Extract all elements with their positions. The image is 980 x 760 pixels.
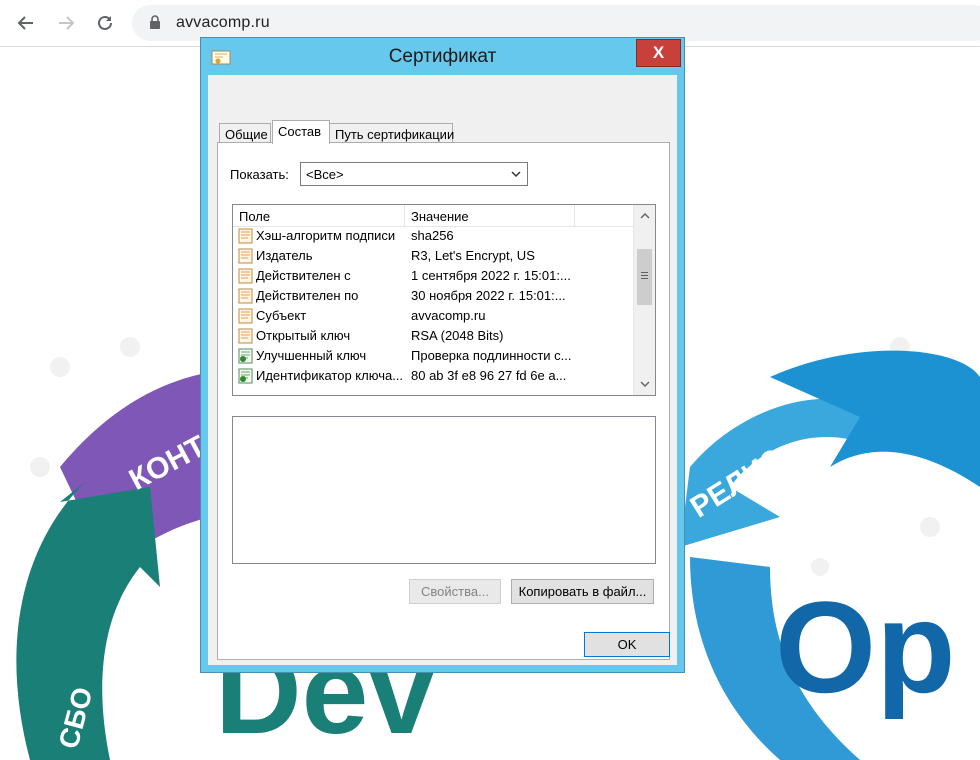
field-name: Действителен с [256, 268, 351, 283]
certificate-field-icon [238, 228, 253, 244]
certificate-field-icon [238, 308, 253, 324]
vertical-scrollbar[interactable] [633, 205, 655, 395]
back-arrow-icon [17, 16, 33, 30]
ok-button[interactable]: OK [584, 632, 670, 657]
dialog-title: Сертификат [388, 46, 497, 67]
list-item[interactable]: Действителен по 30 ноября 2022 г. 15:01:.… [233, 286, 633, 306]
close-button[interactable]: X [636, 39, 681, 67]
list-item[interactable]: Хэш-алгоритм подписи sha256 [233, 226, 633, 246]
field-value: sha256 [411, 228, 454, 243]
certificate-field-icon [238, 268, 253, 284]
field-name: Улучшенный ключ [256, 348, 367, 363]
show-filter-select[interactable]: <Все> [300, 162, 528, 186]
tab-general[interactable]: Общие [219, 123, 271, 143]
forward-button[interactable] [54, 11, 78, 35]
list-item[interactable]: Издатель R3, Let's Encrypt, US [233, 246, 633, 266]
dialog-client-area: Общие Состав Путь сертификации Показать:… [208, 75, 677, 665]
field-value: Проверка подлинности с... [411, 348, 572, 363]
dialog-titlebar[interactable]: Сертификат X [201, 38, 684, 76]
certificate-field-icon [238, 248, 253, 264]
back-button[interactable] [14, 11, 38, 35]
list-item[interactable]: Субъект avvacomp.ru [233, 306, 633, 326]
field-name: Хэш-алгоритм подписи [256, 228, 396, 243]
show-filter-value: <Все> [306, 167, 344, 182]
field-value: 80 ab 3f e8 96 27 fd 6e a... [411, 368, 567, 383]
close-icon: X [652, 43, 665, 62]
certificate-dialog: Сертификат X Общие Состав Путь сертифика… [200, 37, 685, 673]
fields-list[interactable]: Поле Значение Хэш-алгоритм подписи sha256… [232, 204, 656, 396]
tab-certification-path[interactable]: Путь сертификации [329, 123, 454, 143]
field-value: avvacomp.ru [411, 308, 486, 323]
list-item[interactable]: Идентификатор ключа... 80 ab 3f e8 96 27 … [233, 366, 633, 386]
list-item[interactable]: Открытый ключ RSA (2048 Bits) [233, 326, 633, 346]
details-tab-panel: Показать: <Все> Поле Значение Хэш-алгори… [217, 142, 670, 660]
field-name: Идентификатор ключа... [256, 368, 404, 383]
field-name: Действителен по [256, 288, 359, 303]
url-text[interactable]: avvacomp.ru [176, 14, 270, 32]
field-name: Издатель [256, 248, 313, 263]
forward-arrow-icon [59, 16, 75, 30]
scroll-down-button[interactable] [634, 374, 655, 394]
list-item[interactable]: Улучшенный ключ Проверка подлинности с... [233, 346, 633, 366]
properties-button[interactable]: Свойства... [409, 579, 501, 604]
tab-details[interactable]: Состав [272, 120, 330, 144]
reload-button[interactable] [93, 11, 117, 35]
extension-field-icon [238, 368, 253, 384]
chevron-down-icon [640, 381, 649, 387]
field-value: RSA (2048 Bits) [411, 328, 504, 343]
copy-to-file-button[interactable]: Копировать в файл... [511, 579, 654, 604]
list-item[interactable]: Действителен с 1 сентября 2022 г. 15:01:.… [233, 266, 633, 286]
field-value: 30 ноября 2022 г. 15:01:... [411, 288, 566, 303]
field-name: Открытый ключ [256, 328, 351, 343]
background-word-ops: Op [775, 574, 956, 720]
field-value: 1 сентября 2022 г. 15:01:... [411, 268, 571, 283]
reload-icon [98, 15, 112, 30]
list-header: Поле Значение [233, 205, 633, 227]
certificate-field-icon [238, 328, 253, 344]
scroll-thumb[interactable] [637, 249, 652, 305]
scroll-up-button[interactable] [634, 205, 655, 225]
extension-field-icon [238, 348, 253, 364]
field-name: Субъект [256, 308, 307, 323]
field-value-textbox[interactable] [232, 416, 656, 564]
address-bar[interactable]: avvacomp.ru [132, 5, 980, 41]
certificate-field-icon [238, 288, 253, 304]
column-header-value[interactable]: Значение [405, 205, 575, 226]
column-header-field[interactable]: Поле [233, 205, 405, 226]
show-label: Показать: [230, 167, 289, 182]
chevron-down-icon [511, 171, 521, 178]
lock-icon[interactable] [149, 15, 161, 30]
field-value: R3, Let's Encrypt, US [411, 248, 535, 263]
chevron-up-icon [640, 212, 649, 218]
